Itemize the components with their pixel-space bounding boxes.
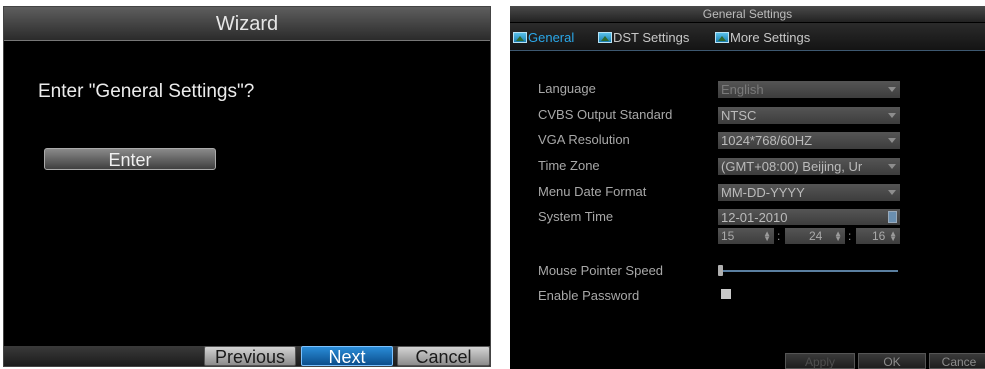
enable-password-label: Enable Password <box>538 288 640 303</box>
timezone-label: Time Zone <box>538 158 600 173</box>
settings-cancel-button[interactable]: Cance <box>929 353 985 369</box>
timezone-select[interactable]: (GMT+08:00) Beijing, Ur <box>718 158 900 175</box>
spinner-arrows-icon[interactable]: ▲ ▼ <box>834 230 842 243</box>
system-date-input[interactable]: 12-01-2010 <box>718 209 900 225</box>
vga-select[interactable]: 1024*768/60HZ <box>718 132 900 149</box>
date-format-select[interactable]: MM-DD-YYYY <box>718 184 900 201</box>
wizard-dialog: Wizard Enter "General Settings"? Enter P… <box>3 6 491 367</box>
image-icon <box>598 32 612 43</box>
chevron-down-icon <box>888 190 896 195</box>
hour-value: 15 <box>721 229 735 243</box>
general-settings-dialog: General Settings General DST Settings Mo… <box>510 6 985 369</box>
minute-spinner[interactable]: 24 ▲ ▼ <box>785 228 845 244</box>
date-format-value: MM-DD-YYYY <box>721 185 805 200</box>
system-date-value: 12-01-2010 <box>721 210 788 225</box>
time-separator: : <box>777 229 781 243</box>
spinner-arrows-icon[interactable]: ▲ ▼ <box>889 230 897 243</box>
date-format-label: Menu Date Format <box>538 184 647 199</box>
language-select[interactable]: English <box>718 81 900 98</box>
calendar-icon[interactable] <box>888 211 897 223</box>
language-value: English <box>721 82 764 97</box>
apply-button[interactable]: Apply <box>785 353 855 369</box>
chevron-down-icon <box>888 164 896 169</box>
tab-general-label: General <box>528 30 575 45</box>
vga-label: VGA Resolution <box>538 132 630 147</box>
wizard-title: Wizard <box>215 13 279 35</box>
wizard-footer: Previous Next Cancel <box>4 346 490 367</box>
enter-button[interactable]: Enter <box>44 148 216 170</box>
second-value: 16 <box>872 229 886 243</box>
language-label: Language <box>538 81 596 96</box>
previous-button[interactable]: Previous <box>204 346 296 367</box>
wizard-question: Enter "General Settings"? <box>38 81 255 102</box>
next-button[interactable]: Next <box>301 346 393 367</box>
tab-general[interactable]: General <box>513 30 574 46</box>
tab-dst-settings[interactable]: DST Settings <box>598 30 689 46</box>
vga-value: 1024*768/60HZ <box>721 133 813 148</box>
settings-title: General Settings <box>702 7 793 21</box>
tab-dst-label: DST Settings <box>613 30 690 45</box>
chevron-down-icon <box>888 113 896 118</box>
cvbs-label: CVBS Output Standard <box>538 107 673 122</box>
system-time-label: System Time <box>538 209 614 224</box>
spinner-arrows-icon[interactable]: ▲ ▼ <box>763 230 771 243</box>
mouse-speed-slider[interactable] <box>718 270 898 272</box>
wizard-titlebar: Wizard <box>4 7 490 41</box>
enable-password-checkbox[interactable] <box>721 289 731 299</box>
cvbs-select[interactable]: NTSC <box>718 107 900 124</box>
ok-button[interactable]: OK <box>858 353 926 369</box>
time-separator: : <box>848 229 852 243</box>
cvbs-value: NTSC <box>721 108 757 123</box>
minute-value: 24 <box>809 229 823 243</box>
image-icon <box>513 32 527 43</box>
settings-tabbar: General DST Settings More Settings <box>510 23 985 51</box>
chevron-down-icon <box>888 87 896 92</box>
tab-more-label: More Settings <box>730 30 811 45</box>
slider-handle[interactable] <box>718 265 723 276</box>
second-spinner[interactable]: 16 ▲ ▼ <box>856 228 900 244</box>
timezone-value: (GMT+08:00) Beijing, Ur <box>721 159 863 174</box>
mouse-speed-label: Mouse Pointer Speed <box>538 263 664 278</box>
chevron-down-icon <box>888 138 896 143</box>
cancel-button[interactable]: Cancel <box>397 346 490 367</box>
tab-more-settings[interactable]: More Settings <box>715 30 810 46</box>
hour-spinner[interactable]: 15 ▲ ▼ <box>718 228 774 244</box>
settings-titlebar: General Settings <box>510 6 985 22</box>
image-icon <box>715 32 729 43</box>
